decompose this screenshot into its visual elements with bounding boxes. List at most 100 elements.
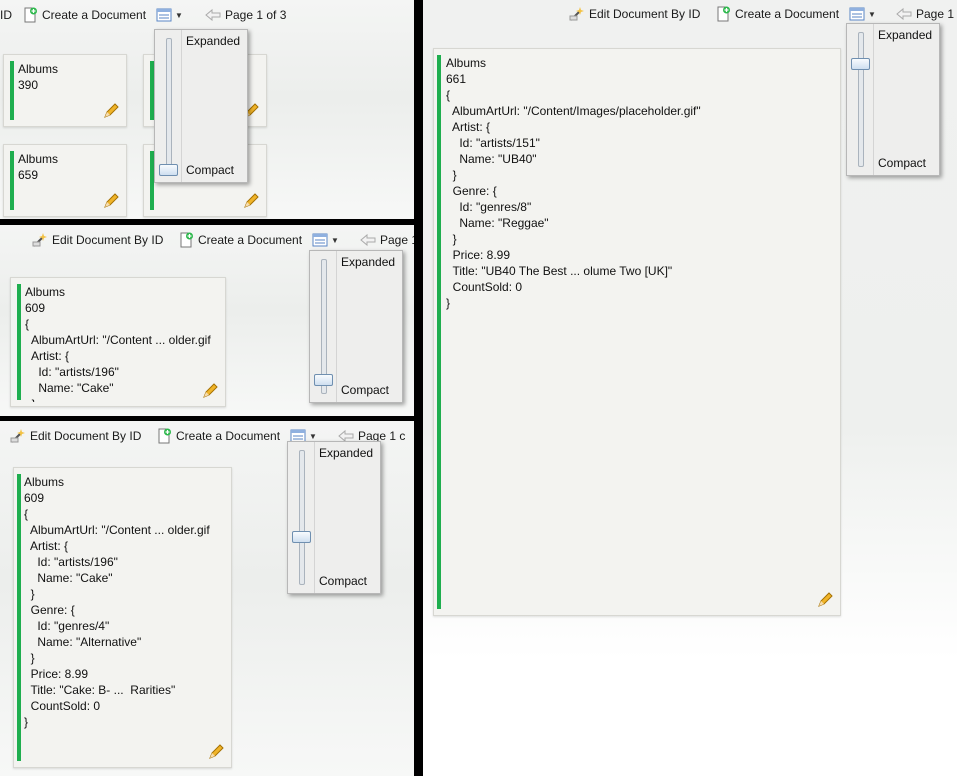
document-card[interactable]: Albums 609 { AlbumArtUrl: "/Content ... … xyxy=(13,467,232,768)
chevron-down-icon: ▼ xyxy=(175,10,183,20)
panel-expanded-view: Edit Document By ID Create a Document ▼ … xyxy=(423,0,957,776)
document-card[interactable]: Albums 659 xyxy=(3,144,127,217)
slider-track-area xyxy=(847,24,874,175)
json-line: Genre: { xyxy=(24,603,75,617)
json-line: Price: 8.99 xyxy=(446,248,511,262)
page-indicator: Page 1 xyxy=(916,7,955,21)
new-document-icon xyxy=(22,7,38,23)
back-arrow-icon xyxy=(360,232,376,248)
json-line: Id: "genres/8" xyxy=(446,200,532,214)
json-line: Name: "UB40" xyxy=(446,152,537,166)
compact-label: Compact xyxy=(878,156,927,170)
json-line: AlbumArtUrl: "/Content ... older.gif xyxy=(25,333,211,347)
document-card[interactable]: Albums 609 { AlbumArtUrl: "/Content ... … xyxy=(10,277,226,407)
expanded-label: Expanded xyxy=(878,28,933,42)
slider-track-area xyxy=(288,442,315,593)
json-line: Name: "Cake" xyxy=(24,571,113,585)
pencil-icon[interactable] xyxy=(201,382,219,400)
density-slider-popup: Expanded Compact xyxy=(846,23,940,176)
edit-document-button[interactable]: Edit Document By ID xyxy=(569,0,700,28)
pencil-icon[interactable] xyxy=(242,192,260,210)
wand-icon xyxy=(10,428,26,444)
create-document-label: Create a Document xyxy=(735,7,840,21)
edit-document-label: Edit Document By ID xyxy=(52,233,164,247)
density-slider-track[interactable] xyxy=(858,32,864,167)
edit-document-button[interactable]: Edit Document By ID xyxy=(32,225,163,255)
chevron-down-icon: ▼ xyxy=(868,9,876,19)
create-document-button[interactable]: Create a Document xyxy=(715,0,839,28)
compact-label: Compact xyxy=(186,163,235,177)
json-line: Price: 8.99 xyxy=(24,667,89,681)
json-line: CountSold: 0 xyxy=(446,280,523,294)
panel-medium-view: Edit Document By ID Create a Document ▼ … xyxy=(0,225,414,416)
document-card[interactable]: Albums 661 { AlbumArtUrl: "/Content/Imag… xyxy=(433,48,841,616)
card-accent-bar xyxy=(17,284,21,400)
create-document-label: Create a Document xyxy=(198,233,303,247)
compact-label: Compact xyxy=(341,383,390,397)
slider-track-area xyxy=(310,251,337,402)
density-slider-track[interactable] xyxy=(166,38,172,174)
json-line: AlbumArtUrl: "/Content ... older.gif xyxy=(24,523,210,537)
wand-icon xyxy=(569,6,585,22)
edit-document-button[interactable]: Edit Document By ID xyxy=(10,421,141,451)
page-indicator: Page 1 of 3 xyxy=(225,8,287,22)
json-line: { xyxy=(446,88,451,102)
new-document-icon xyxy=(178,232,194,248)
view-density-dropdown[interactable]: ▼ xyxy=(156,0,183,30)
json-line: Id: "genres/4" xyxy=(24,619,110,633)
edit-document-button[interactable]: ID xyxy=(0,0,12,30)
card-accent-bar xyxy=(10,151,14,210)
card-accent-bar xyxy=(17,474,21,761)
card-id: 659 xyxy=(18,168,39,182)
json-line: Id: "artists/196" xyxy=(25,365,119,379)
json-line: { xyxy=(25,317,30,331)
json-line: AlbumArtUrl: "/Content/Images/placeholde… xyxy=(446,104,701,118)
json-line: Id: "artists/151" xyxy=(446,136,540,150)
pencil-icon[interactable] xyxy=(816,591,834,609)
pencil-icon[interactable] xyxy=(102,102,120,120)
density-slider-thumb[interactable] xyxy=(851,58,870,70)
create-document-button[interactable]: Create a Document xyxy=(156,421,280,451)
slider-track-area xyxy=(155,30,182,182)
panel-tall-view: Edit Document By ID Create a Document ▼ … xyxy=(0,421,414,776)
card-id: 390 xyxy=(18,78,39,92)
card-accent-bar xyxy=(437,55,441,609)
compact-label: Compact xyxy=(319,574,368,588)
json-line: Artist: { xyxy=(24,539,69,553)
json-line: Name: "Reggae" xyxy=(446,216,549,230)
card-collection: Albums xyxy=(24,475,65,489)
create-document-button[interactable]: Create a Document xyxy=(22,0,146,30)
density-slider-popup: Expanded Compact xyxy=(309,250,403,403)
new-document-icon xyxy=(156,428,172,444)
json-line: Name: "Cake" xyxy=(25,381,114,395)
new-document-icon xyxy=(715,6,731,22)
page-indicator: Page 1 xyxy=(380,233,414,247)
density-slider-thumb[interactable] xyxy=(159,164,178,176)
pencil-icon[interactable] xyxy=(207,743,225,761)
card-collection: Albums xyxy=(18,152,59,166)
card-id: 609 xyxy=(25,301,46,315)
expanded-label: Expanded xyxy=(319,446,374,460)
create-document-button[interactable]: Create a Document xyxy=(178,225,302,255)
document-card[interactable]: Albums 390 xyxy=(3,54,127,127)
list-view-icon xyxy=(849,6,865,22)
json-line: } xyxy=(24,587,35,601)
density-slider-popup: Expanded Compact xyxy=(154,29,248,183)
density-slider-track[interactable] xyxy=(299,450,305,585)
json-line: } xyxy=(446,296,451,310)
json-line: Artist: { xyxy=(446,120,491,134)
card-collection: Albums xyxy=(18,62,59,76)
density-slider-thumb[interactable] xyxy=(292,531,311,543)
card-id: 609 xyxy=(24,491,45,505)
json-line: Title: "UB40 The Best ... olume Two [UK]… xyxy=(446,264,673,278)
density-slider-thumb[interactable] xyxy=(314,374,333,386)
pencil-icon[interactable] xyxy=(102,192,120,210)
json-line: } xyxy=(25,396,223,402)
back-arrow-icon xyxy=(205,7,221,23)
json-line: } xyxy=(446,232,457,246)
card-accent-bar xyxy=(10,61,14,120)
edit-document-label: ID xyxy=(0,8,12,22)
previous-page-button[interactable]: Page 1 of 3 xyxy=(205,0,286,30)
expanded-label: Expanded xyxy=(186,34,241,48)
wand-icon xyxy=(32,232,48,248)
